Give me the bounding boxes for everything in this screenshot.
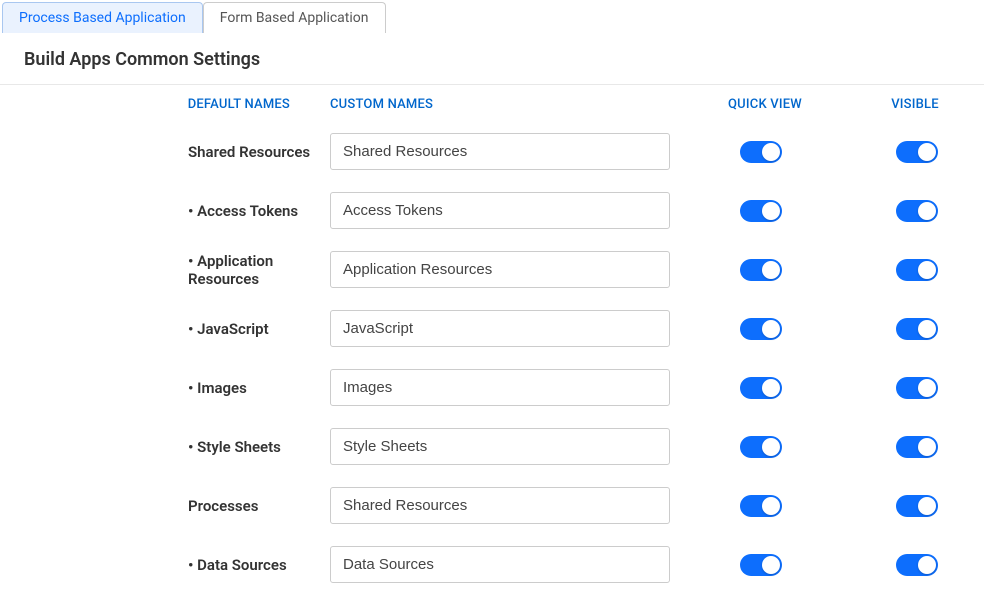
custom-name-input[interactable]	[330, 546, 670, 583]
header-default-names: DEFAULT NAMES	[0, 97, 330, 112]
visible-toggle[interactable]	[896, 495, 938, 517]
quick-view-cell	[670, 200, 852, 222]
tab-form-based[interactable]: Form Based Application	[203, 2, 386, 33]
page-title: Build Apps Common Settings	[0, 33, 984, 85]
settings-row: Processes	[0, 476, 984, 535]
default-name-label: Application Resources	[0, 252, 330, 288]
custom-name-input[interactable]	[330, 192, 670, 229]
header-visible: VISIBLE	[850, 97, 980, 112]
custom-name-input[interactable]	[330, 251, 670, 288]
custom-name-input[interactable]	[330, 133, 670, 170]
default-name-label: Processes	[0, 497, 330, 515]
settings-row: Access Tokens	[0, 181, 984, 240]
visible-toggle[interactable]	[896, 141, 938, 163]
custom-name-input[interactable]	[330, 428, 670, 465]
header-quick-view: QUICK VIEW	[680, 97, 850, 112]
quick-view-cell	[670, 318, 852, 340]
visible-toggle[interactable]	[896, 318, 938, 340]
default-name-label: Images	[0, 379, 330, 397]
quick-view-cell	[670, 377, 852, 399]
default-name-label: Shared Resources	[0, 143, 330, 161]
tab-process-based[interactable]: Process Based Application	[2, 2, 203, 33]
visible-toggle[interactable]	[896, 436, 938, 458]
quick-view-cell	[670, 554, 852, 576]
settings-row: JavaScript	[0, 299, 984, 358]
visible-cell	[852, 436, 982, 458]
visible-cell	[852, 259, 982, 281]
quick-view-toggle[interactable]	[740, 318, 782, 340]
default-name-label: JavaScript	[0, 320, 330, 338]
settings-row: Images	[0, 358, 984, 417]
quick-view-toggle[interactable]	[740, 200, 782, 222]
custom-name-input[interactable]	[330, 487, 670, 524]
visible-toggle[interactable]	[896, 377, 938, 399]
default-name-label: Access Tokens	[0, 202, 330, 220]
settings-row: Application Resources	[0, 240, 984, 299]
settings-row: Data Sources	[0, 535, 984, 594]
visible-cell	[852, 200, 982, 222]
visible-toggle[interactable]	[896, 259, 938, 281]
visible-toggle[interactable]	[896, 200, 938, 222]
settings-row: Shared Resources	[0, 122, 984, 181]
quick-view-cell	[670, 259, 852, 281]
visible-cell	[852, 554, 982, 576]
visible-cell	[852, 141, 982, 163]
quick-view-toggle[interactable]	[740, 141, 782, 163]
default-name-label: Style Sheets	[0, 438, 330, 456]
quick-view-toggle[interactable]	[740, 259, 782, 281]
tabs-bar: Process Based Application Form Based App…	[0, 0, 984, 33]
quick-view-toggle[interactable]	[740, 377, 782, 399]
settings-rows: Shared Resources Access Tokens Application…	[0, 122, 984, 594]
quick-view-toggle[interactable]	[740, 436, 782, 458]
quick-view-cell	[670, 436, 852, 458]
quick-view-cell	[670, 141, 852, 163]
visible-cell	[852, 495, 982, 517]
default-name-label: Data Sources	[0, 556, 330, 574]
custom-name-input[interactable]	[330, 369, 670, 406]
visible-cell	[852, 377, 982, 399]
quick-view-toggle[interactable]	[740, 495, 782, 517]
settings-row: Style Sheets	[0, 417, 984, 476]
quick-view-cell	[670, 495, 852, 517]
columns-header: DEFAULT NAMES CUSTOM NAMES QUICK VIEW VI…	[0, 85, 984, 122]
visible-toggle[interactable]	[896, 554, 938, 576]
quick-view-toggle[interactable]	[740, 554, 782, 576]
custom-name-input[interactable]	[330, 310, 670, 347]
visible-cell	[852, 318, 982, 340]
header-custom-names: CUSTOM NAMES	[330, 97, 680, 112]
